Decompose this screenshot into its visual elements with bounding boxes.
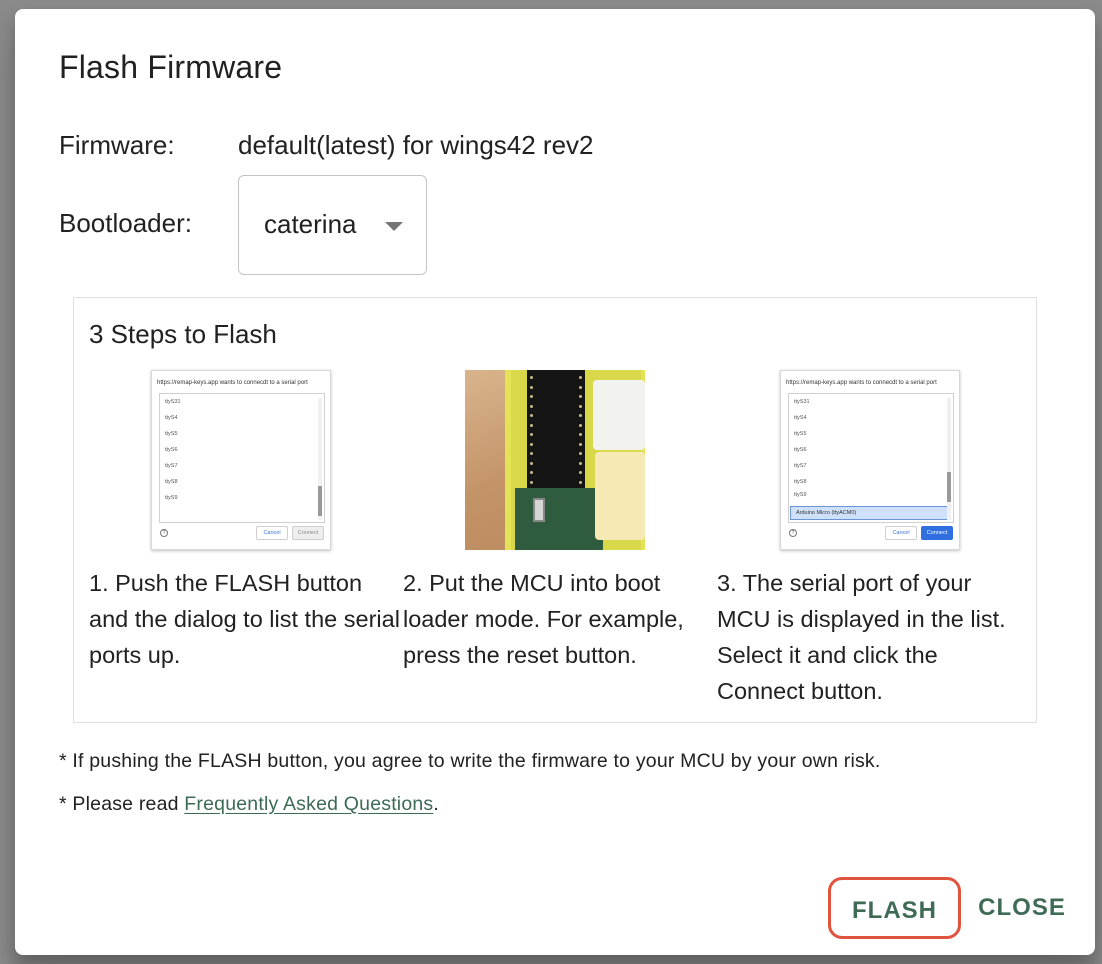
serial-port-dialog-screenshot: https://remap-keys.app wants to connecdt…: [780, 370, 960, 550]
mcu-pin: [530, 461, 533, 465]
mcu-pin: [530, 480, 533, 484]
mcu-pin: [530, 433, 533, 436]
list-item: ttyS7: [165, 463, 178, 469]
step-2-image: [465, 370, 645, 550]
bootloader-select[interactable]: caterina: [238, 175, 427, 275]
reset-button-photo: [533, 498, 545, 522]
mini-cancel-button: Cancel: [256, 526, 288, 540]
firmware-label: Firmware:: [59, 130, 175, 160]
mcu-pin: [530, 452, 533, 455]
faq-suffix: .: [433, 793, 440, 815]
step-1: https://remap-keys.app wants to connecdt…: [89, 370, 403, 673]
list-item: ttyS6: [165, 447, 178, 453]
selected-port: Arduino Micro (ttyACM0): [790, 506, 950, 520]
mcu-pin: [530, 414, 533, 417]
list-item: ttyS8: [165, 479, 178, 485]
faq-prefix: * Please read: [59, 793, 185, 815]
mcu-pin: [530, 404, 533, 408]
serial-port-dialog-screenshot: https://remap-keys.app wants to connecdt…: [151, 370, 331, 550]
mini-cancel-button: Cancel: [885, 526, 917, 540]
serial-dialog-header: https://remap-keys.app wants to connecdt…: [786, 380, 937, 386]
list-item: ttyS31: [794, 399, 810, 405]
faq-note: * Please read Frequently Asked Questions…: [59, 793, 439, 816]
bootloader-label: Bootloader:: [59, 208, 192, 238]
mcu-pin: [530, 471, 533, 474]
steps-panel: 3 Steps to Flash https://remap-keys.app …: [73, 297, 1037, 723]
mcu-pin: [579, 414, 582, 417]
scrollbar-thumb: [947, 472, 951, 502]
step-2-text: 2. Put the MCU into boot loader mode. Fo…: [403, 570, 684, 668]
list-item: ttyS5: [165, 431, 178, 437]
mcu-pin: [530, 423, 533, 427]
list-item: ttyS9: [794, 492, 807, 498]
mcu-pin: [579, 471, 582, 474]
list-item: ttyS4: [165, 415, 178, 421]
flash-button[interactable]: FLASH: [828, 877, 961, 939]
help-icon: ?: [160, 529, 168, 537]
mcu-pin: [530, 395, 533, 398]
list-item: ttyS9: [165, 495, 178, 501]
mcu-pin: [579, 404, 582, 408]
selected-port-label: Arduino Micro (ttyACM0): [796, 510, 857, 516]
steps-title: 3 Steps to Flash: [89, 319, 277, 349]
faq-link[interactable]: Frequently Asked Questions: [184, 793, 433, 815]
chevron-down-icon: [385, 222, 403, 231]
step-1-image: https://remap-keys.app wants to connecdt…: [151, 370, 331, 550]
step-3-image: https://remap-keys.app wants to connecdt…: [780, 370, 960, 550]
list-item: ttyS7: [794, 463, 807, 469]
mcu-board: [527, 370, 585, 492]
mcu-pin: [579, 480, 582, 484]
mcu-pin: [530, 376, 533, 379]
step-3-text: 3. The serial port of your MCU is displa…: [717, 570, 1006, 704]
list-item: ttyS4: [794, 415, 807, 421]
step-3: https://remap-keys.app wants to connecdt…: [717, 370, 1031, 709]
mcu-pin: [579, 423, 582, 427]
bootloader-select-value: caterina: [264, 209, 357, 239]
mcu-pin: [579, 395, 582, 398]
firmware-value: default(latest) for wings42 rev2: [238, 130, 594, 160]
step-1-text: 1. Push the FLASH button and the dialog …: [89, 570, 400, 668]
dialog-title: Flash Firmware: [59, 49, 283, 85]
list-item: ttyS8: [794, 479, 807, 485]
help-icon: ?: [789, 529, 797, 537]
list-item: ttyS6: [794, 447, 807, 453]
mcu-pin: [579, 452, 582, 455]
risk-note: * If pushing the FLASH button, you agree…: [59, 750, 881, 772]
list-item: ttyS5: [794, 431, 807, 437]
mcu-photo: [465, 370, 645, 550]
mini-connect-button: Connect: [292, 526, 324, 540]
mcu-pin: [530, 385, 533, 389]
serial-port-list: ttyS31 ttyS4 ttyS5 ttyS6 ttyS7 ttyS8 tty…: [159, 393, 325, 523]
mini-connect-button: Connect: [921, 526, 953, 540]
list-item: ttyS31: [165, 399, 181, 405]
serial-dialog-header: https://remap-keys.app wants to connecdt…: [157, 380, 308, 386]
serial-port-list: ttyS31 ttyS4 ttyS5 ttyS6 ttyS7 ttyS8 tty…: [788, 393, 954, 523]
scrollbar-thumb: [318, 486, 322, 516]
mcu-pin: [579, 376, 582, 379]
mcu-pin: [530, 442, 533, 446]
mcu-pin: [579, 433, 582, 436]
mcu-pin: [579, 461, 582, 465]
mcu-pin: [579, 442, 582, 446]
mcu-pin: [579, 385, 582, 389]
flash-firmware-dialog: Flash Firmware Firmware: default(latest)…: [15, 9, 1095, 955]
close-button[interactable]: CLOSE: [975, 877, 1069, 939]
step-2: 2. Put the MCU into boot loader mode. Fo…: [403, 370, 717, 673]
